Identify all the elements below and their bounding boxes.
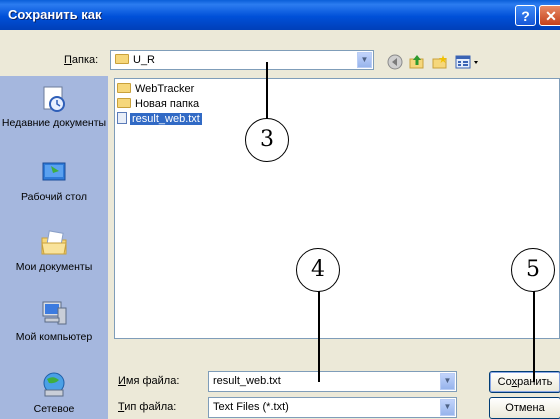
lookin-value: U_R: [133, 54, 156, 66]
callout-5-line: [533, 285, 535, 382]
place-label: Мой компьютер: [15, 331, 93, 343]
save-as-dialog: Сохранить как ? ✕ Папка: U_R ▼ Недавние …: [0, 0, 560, 419]
place-label: Мои документы: [15, 261, 93, 273]
list-item-folder[interactable]: Новая папка: [117, 97, 199, 111]
cancel-button[interactable]: Отмена: [489, 397, 560, 419]
my-computer-icon: [42, 301, 67, 325]
new-folder-icon[interactable]: [432, 54, 448, 70]
folder-icon: [115, 54, 129, 64]
text-file-icon: [117, 112, 127, 124]
dialog-title: Сохранить как: [8, 7, 102, 22]
filename-input[interactable]: result_web.txt ▼: [208, 371, 457, 392]
place-label: Сетевое: [33, 403, 75, 415]
close-icon: ✕: [545, 8, 557, 24]
my-documents-icon: [41, 230, 67, 255]
places-bar: Недавние документы Рабочий стол Мои доку…: [0, 76, 108, 419]
back-icon[interactable]: [387, 54, 403, 70]
chevron-down-icon[interactable]: ▼: [440, 373, 455, 390]
callout-5: 5: [511, 248, 555, 292]
filetype-dropdown[interactable]: Text Files (*.txt) ▼: [208, 397, 457, 418]
help-icon: ?: [521, 8, 530, 24]
folder-icon: [117, 83, 131, 93]
help-button[interactable]: ?: [515, 5, 536, 26]
place-label: Недавние документы: [1, 117, 107, 129]
list-item-folder[interactable]: WebTracker: [117, 82, 194, 96]
views-menu-icon[interactable]: [455, 54, 481, 70]
lookin-label: Папка:: [64, 54, 99, 66]
desktop-icon: [42, 162, 66, 181]
place-desktop[interactable]: Рабочий стол: [0, 158, 108, 203]
save-button[interactable]: Сохранить: [489, 371, 560, 393]
filetype-value: Text Files (*.txt): [213, 401, 289, 413]
list-item-file[interactable]: result_web.txt: [117, 112, 202, 126]
network-icon: [43, 372, 65, 397]
recent-documents-icon: [43, 86, 65, 112]
title-bar[interactable]: Сохранить как ? ✕: [0, 0, 560, 30]
filetype-label: Тип файла:: [118, 401, 177, 413]
lookin-dropdown[interactable]: U_R ▼: [110, 50, 374, 70]
callout-3: 3: [245, 118, 289, 162]
chevron-down-icon[interactable]: ▼: [440, 399, 455, 416]
place-label: Рабочий стол: [21, 191, 87, 203]
place-recent-documents[interactable]: Недавние документы: [0, 84, 108, 129]
close-button[interactable]: ✕: [539, 5, 560, 26]
place-my-documents[interactable]: Мои документы: [0, 228, 108, 273]
chevron-down-icon[interactable]: ▼: [357, 52, 372, 68]
folder-icon: [117, 98, 131, 108]
callout-4-line: [318, 285, 320, 382]
callout-4: 4: [296, 248, 340, 292]
filename-value: result_web.txt: [213, 375, 281, 387]
filename-label: Имя файла:: [118, 375, 180, 387]
place-network[interactable]: Сетевое: [0, 370, 108, 415]
place-my-computer[interactable]: Мой компьютер: [0, 298, 108, 343]
up-folder-icon[interactable]: [409, 54, 425, 70]
file-list[interactable]: WebTracker Новая папка result_web.txt: [114, 78, 560, 339]
